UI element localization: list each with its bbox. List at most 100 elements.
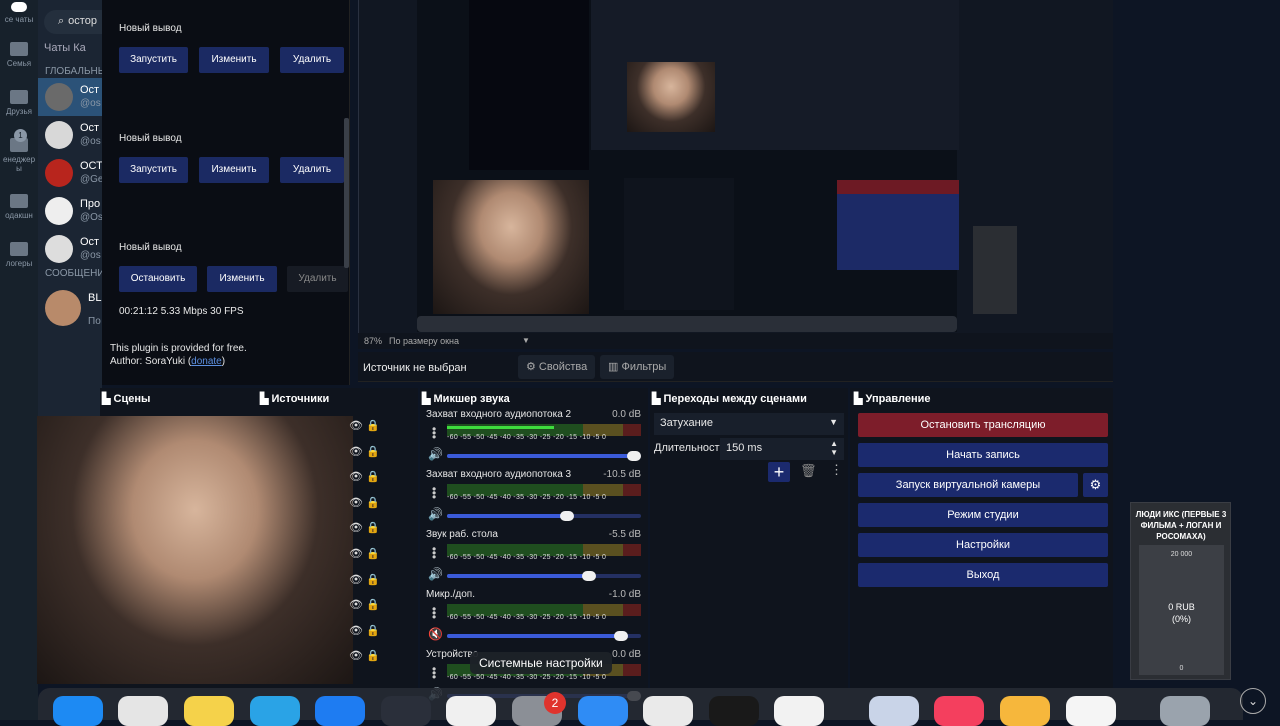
- folder-bloggers[interactable]: логеры: [0, 242, 38, 268]
- folder-all-chats[interactable]: се чаты: [0, 2, 38, 24]
- chat-tabs[interactable]: Чаты Ка: [44, 42, 86, 54]
- telegram-chat-list: ⌕ остор Чаты Ка ГЛОБАЛЬНЫ Ост @os Ост @os О…: [38, 0, 102, 420]
- chevron-down-icon[interactable]: ⌄: [1240, 688, 1266, 714]
- add-icon[interactable]: +: [768, 462, 790, 482]
- speaker-icon[interactable]: 🔊: [428, 447, 443, 461]
- preview-app-icon[interactable]: [446, 696, 496, 726]
- trash-icon[interactable]: [1160, 696, 1210, 726]
- tooltip: Системные настройки: [470, 652, 612, 674]
- more-icon[interactable]: • • •: [432, 543, 436, 563]
- app-icon[interactable]: [1066, 696, 1116, 726]
- more-icon[interactable]: • • •: [432, 423, 436, 443]
- donation-progress-bar: 20 000 0 RUB (0%) 0: [1139, 545, 1224, 675]
- list-item[interactable]: Ост @os: [38, 230, 102, 268]
- edit-button[interactable]: Изменить: [207, 266, 277, 292]
- more-icon[interactable]: • • •: [432, 663, 436, 683]
- list-item[interactable]: BL По: [38, 286, 102, 330]
- search-input[interactable]: ⌕ остор: [44, 10, 102, 34]
- eye-icon[interactable]: 👁 🔒: [349, 491, 389, 517]
- delete-button[interactable]: Удалить: [280, 157, 344, 183]
- notes-app-icon[interactable]: [184, 696, 234, 726]
- zoom-bar: 87% По размеру окна ▼: [358, 333, 1113, 349]
- more-icon[interactable]: ⋮: [830, 462, 843, 478]
- preview-canvas[interactable]: [358, 0, 1113, 335]
- eye-icon[interactable]: 👁 🔒: [349, 593, 389, 619]
- slider-fill: [447, 454, 633, 458]
- app-icon[interactable]: [774, 696, 824, 726]
- duration-stepper[interactable]: 150 ms ▲ ▼: [720, 438, 844, 460]
- transition-select[interactable]: Затухание ▼: [654, 413, 844, 435]
- telegram-icon[interactable]: [250, 696, 300, 726]
- eye-icon[interactable]: 👁 🔒: [349, 619, 389, 645]
- folder-production[interactable]: одакшн: [0, 194, 38, 220]
- plugin-note: This plugin is provided for free. Author…: [110, 343, 247, 367]
- speaker-icon[interactable]: 🔊: [428, 507, 443, 521]
- edit-button[interactable]: Изменить: [199, 47, 269, 73]
- channel-db: 0.0 dB: [612, 409, 641, 420]
- slider-knob[interactable]: [560, 511, 575, 521]
- trash-icon[interactable]: 🗑: [800, 463, 817, 479]
- list-item[interactable]: ОСТ @Ge: [38, 154, 102, 192]
- filters-button[interactable]: ▥ Фильтры: [600, 355, 675, 379]
- properties-button[interactable]: ⚙ Свойства: [518, 355, 596, 379]
- list-item[interactable]: Ост @os: [38, 116, 102, 154]
- studio-mode-button[interactable]: Режим студии: [858, 503, 1108, 527]
- delete-button[interactable]: Удалить: [287, 266, 348, 292]
- edit-button[interactable]: Изменить: [199, 157, 269, 183]
- chevron-down-icon: ▼: [522, 336, 530, 345]
- stop-button[interactable]: Остановить: [119, 266, 197, 292]
- settings-app-icon[interactable]: [118, 696, 168, 726]
- slider-knob[interactable]: [627, 451, 641, 461]
- dock-title-transitions: ▙ Переходы между сценами: [652, 393, 807, 405]
- eye-icon[interactable]: 👁 🔒: [349, 465, 389, 491]
- chrome-icon[interactable]: [643, 696, 693, 726]
- pages-icon[interactable]: [1000, 696, 1050, 726]
- music-icon[interactable]: [934, 696, 984, 726]
- folder-managers[interactable]: енеджер ы: [0, 138, 38, 173]
- list-item[interactable]: Про @Os: [38, 192, 102, 230]
- spotify-icon[interactable]: [709, 696, 759, 726]
- avatar: [45, 197, 73, 225]
- eye-icon[interactable]: 👁 🔒: [349, 644, 389, 670]
- start-button[interactable]: Запустить: [119, 157, 188, 183]
- eye-icon[interactable]: 👁 🔒: [349, 414, 389, 440]
- multi-output-plugin: Новый вывод Запустить Изменить Удалить Н…: [102, 0, 350, 385]
- exit-button[interactable]: Выход: [858, 563, 1108, 587]
- start-button[interactable]: Запустить: [119, 47, 188, 73]
- folder-family[interactable]: Семья: [0, 42, 38, 68]
- volume-slider[interactable]: [447, 451, 641, 461]
- gear-icon[interactable]: ⚙: [1083, 473, 1108, 497]
- list-item[interactable]: Ост @os: [38, 78, 102, 116]
- obs-icon[interactable]: [381, 696, 431, 726]
- slider-knob[interactable]: [582, 571, 596, 581]
- eye-icon[interactable]: 👁 🔒: [349, 568, 389, 594]
- safari-icon[interactable]: [578, 696, 628, 726]
- virtual-camera-button[interactable]: Запуск виртуальной камеры: [858, 473, 1078, 497]
- speaker-muted-icon[interactable]: 🔇: [428, 627, 443, 641]
- xcode-icon[interactable]: [315, 696, 365, 726]
- settings-button[interactable]: Настройки: [858, 533, 1108, 557]
- eye-icon[interactable]: 👁 🔒: [349, 516, 389, 542]
- speaker-icon[interactable]: 🔊: [428, 567, 443, 581]
- zoom-fit-select[interactable]: По размеру окна: [389, 336, 459, 346]
- volume-slider[interactable]: [447, 511, 641, 521]
- volume-slider[interactable]: [447, 631, 641, 641]
- donate-link[interactable]: donate: [191, 356, 222, 367]
- more-icon[interactable]: • • •: [432, 603, 436, 623]
- delete-button[interactable]: Удалить: [280, 47, 344, 73]
- app-icon[interactable]: [869, 696, 919, 726]
- scrollbar[interactable]: [344, 118, 349, 268]
- donation-zero: 0: [1179, 665, 1184, 672]
- volume-slider[interactable]: [447, 571, 641, 581]
- start-record-button[interactable]: Начать запись: [858, 443, 1108, 467]
- source-visibility-column: 👁 🔒 👁 🔒 👁 🔒 👁 🔒 👁 🔒 👁 🔒 👁 🔒 👁 🔒 👁 🔒 👁 🔒: [349, 414, 389, 684]
- app-store-icon[interactable]: [53, 696, 103, 726]
- more-icon[interactable]: • • •: [432, 483, 436, 503]
- eye-icon[interactable]: 👁 🔒: [349, 542, 389, 568]
- channel-db: -5.5 dB: [608, 529, 641, 540]
- folder-friends[interactable]: Друзья: [0, 90, 38, 116]
- eye-icon[interactable]: 👁 🔒: [349, 440, 389, 466]
- stop-stream-button[interactable]: Остановить трансляцию: [858, 413, 1108, 437]
- output-stats: 00:21:12 5.33 Mbps 30 FPS: [119, 306, 244, 317]
- slider-knob[interactable]: [614, 631, 629, 641]
